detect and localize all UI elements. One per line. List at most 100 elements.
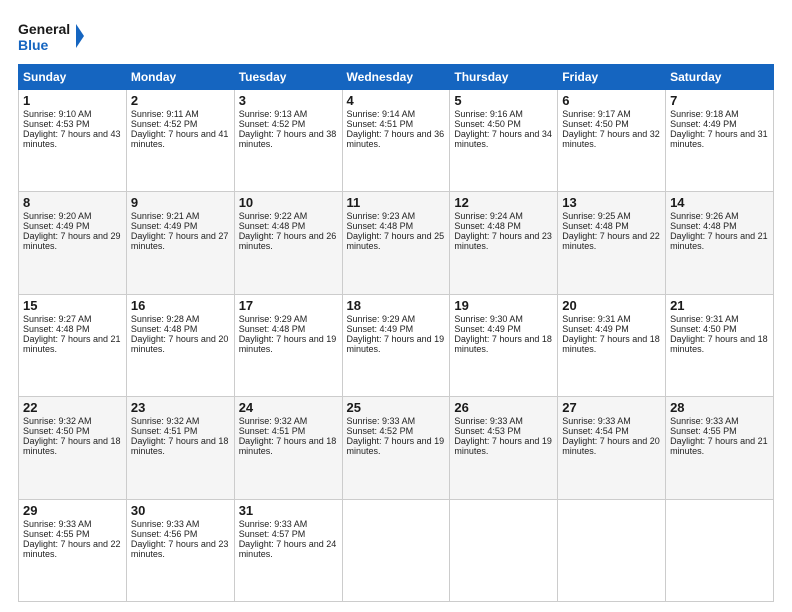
daylight-text: Daylight: 7 hours and 27 minutes. [131,231,230,251]
day-number: 2 [131,93,230,108]
sunset-text: Sunset: 4:50 PM [670,324,769,334]
day-number: 9 [131,195,230,210]
calendar-cell [558,499,666,601]
daylight-text: Daylight: 7 hours and 38 minutes. [239,129,338,149]
calendar-cell: 11Sunrise: 9:23 AMSunset: 4:48 PMDayligh… [342,192,450,294]
calendar-cell: 4Sunrise: 9:14 AMSunset: 4:51 PMDaylight… [342,90,450,192]
sunrise-text: Sunrise: 9:33 AM [347,416,446,426]
sunset-text: Sunset: 4:48 PM [239,221,338,231]
daylight-text: Daylight: 7 hours and 18 minutes. [454,334,553,354]
daylight-text: Daylight: 7 hours and 20 minutes. [131,334,230,354]
sunrise-text: Sunrise: 9:18 AM [670,109,769,119]
sunset-text: Sunset: 4:49 PM [562,324,661,334]
sunset-text: Sunset: 4:53 PM [454,426,553,436]
sunset-text: Sunset: 4:49 PM [347,324,446,334]
sunrise-text: Sunrise: 9:11 AM [131,109,230,119]
sunset-text: Sunset: 4:55 PM [670,426,769,436]
calendar-col-header: Saturday [666,65,774,90]
sunrise-text: Sunrise: 9:32 AM [239,416,338,426]
sunrise-text: Sunrise: 9:32 AM [131,416,230,426]
daylight-text: Daylight: 7 hours and 20 minutes. [562,436,661,456]
day-number: 22 [23,400,122,415]
sunset-text: Sunset: 4:49 PM [23,221,122,231]
calendar-cell: 3Sunrise: 9:13 AMSunset: 4:52 PMDaylight… [234,90,342,192]
calendar-col-header: Sunday [19,65,127,90]
daylight-text: Daylight: 7 hours and 32 minutes. [562,129,661,149]
header: GeneralBlue [18,18,774,54]
sunset-text: Sunset: 4:51 PM [347,119,446,129]
daylight-text: Daylight: 7 hours and 34 minutes. [454,129,553,149]
daylight-text: Daylight: 7 hours and 23 minutes. [454,231,553,251]
calendar-header-row: SundayMondayTuesdayWednesdayThursdayFrid… [19,65,774,90]
sunrise-text: Sunrise: 9:33 AM [239,519,338,529]
sunset-text: Sunset: 4:48 PM [670,221,769,231]
sunrise-text: Sunrise: 9:27 AM [23,314,122,324]
sunrise-text: Sunrise: 9:28 AM [131,314,230,324]
daylight-text: Daylight: 7 hours and 26 minutes. [239,231,338,251]
day-number: 4 [347,93,446,108]
day-number: 19 [454,298,553,313]
sunset-text: Sunset: 4:57 PM [239,529,338,539]
calendar-cell: 5Sunrise: 9:16 AMSunset: 4:50 PMDaylight… [450,90,558,192]
calendar-week-row: 15Sunrise: 9:27 AM Sunset: 4:48 PM Dayligh… [19,294,774,396]
calendar-cell: 15Sunrise: 9:27 AMSunset: 4:48 PMDayligh… [19,294,127,396]
sunset-text: Sunset: 4:48 PM [562,221,661,231]
sunset-text: Sunset: 4:52 PM [347,426,446,436]
day-number: 5 [454,93,553,108]
calendar-week-row: 8Sunrise: 9:20 AMSunset: 4:49 PMDaylight… [19,192,774,294]
calendar-cell: 2Sunrise: 9:11 AMSunset: 4:52 PMDaylight… [126,90,234,192]
sunset-text: Sunset: 4:49 PM [454,324,553,334]
calendar-cell [666,499,774,601]
sunset-text: Sunset: 4:53 PM [23,119,122,129]
day-number: 21 [670,298,769,313]
sunset-text: Sunset: 4:52 PM [131,119,230,129]
sunrise-text: Sunrise: 9:31 AM [562,314,661,324]
sunset-text: Sunset: 4:49 PM [131,221,230,231]
sunrise-text: Sunrise: 9:25 AM [562,211,661,221]
calendar-cell: 12Sunrise: 9:24 AMSunset: 4:48 PMDayligh… [450,192,558,294]
calendar-cell: 6Sunrise: 9:17 AMSunset: 4:50 PMDaylight… [558,90,666,192]
calendar-col-header: Tuesday [234,65,342,90]
sunrise-text: Sunrise: 9:24 AM [454,211,553,221]
sunset-text: Sunset: 4:48 PM [239,324,338,334]
sunset-text: Sunset: 4:55 PM [23,529,122,539]
sunset-text: Sunset: 4:54 PM [562,426,661,436]
calendar-table: SundayMondayTuesdayWednesdayThursdayFrid… [18,64,774,602]
calendar-cell: 27Sunrise: 9:33 AMSunset: 4:54 PMDayligh… [558,397,666,499]
daylight-text: Daylight: 7 hours and 21 minutes. [670,436,769,456]
day-number: 1 [23,93,122,108]
sunset-text: Sunset: 4:51 PM [131,426,230,436]
daylight-text: Daylight: 7 hours and 22 minutes. [23,539,122,559]
calendar-cell: 28Sunrise: 9:33 AMSunset: 4:55 PMDayligh… [666,397,774,499]
calendar-cell: 9Sunrise: 9:21 AMSunset: 4:49 PMDaylight… [126,192,234,294]
daylight-text: Daylight: 7 hours and 21 minutes. [23,334,122,354]
calendar-week-row: 22Sunrise: 9:32 AMSunset: 4:50 PMDayligh… [19,397,774,499]
day-number: 20 [562,298,661,313]
sunrise-text: Sunrise: 9:13 AM [239,109,338,119]
day-number: 31 [239,503,338,518]
sunrise-text: Sunrise: 9:16 AM [454,109,553,119]
day-number: 8 [23,195,122,210]
day-number: 18 [347,298,446,313]
calendar-cell: 22Sunrise: 9:32 AMSunset: 4:50 PMDayligh… [19,397,127,499]
sunrise-text: Sunrise: 9:23 AM [347,211,446,221]
day-number: 11 [347,195,446,210]
day-number: 29 [23,503,122,518]
day-number: 12 [454,195,553,210]
day-number: 6 [562,93,661,108]
sunset-text: Sunset: 4:56 PM [131,529,230,539]
daylight-text: Daylight: 7 hours and 25 minutes. [347,231,446,251]
daylight-text: Daylight: 7 hours and 18 minutes. [239,436,338,456]
calendar-cell [342,499,450,601]
sunset-text: Sunset: 4:48 PM [347,221,446,231]
sunrise-text: Sunrise: 9:29 AM [239,314,338,324]
daylight-text: Daylight: 7 hours and 19 minutes. [454,436,553,456]
calendar-cell: 24Sunrise: 9:32 AMSunset: 4:51 PMDayligh… [234,397,342,499]
daylight-text: Daylight: 7 hours and 31 minutes. [670,129,769,149]
calendar-cell: 13Sunrise: 9:25 AMSunset: 4:48 PMDayligh… [558,192,666,294]
day-number: 30 [131,503,230,518]
daylight-text: Daylight: 7 hours and 22 minutes. [562,231,661,251]
sunrise-text: Sunrise: 9:33 AM [562,416,661,426]
sunrise-text: Sunrise: 9:21 AM [131,211,230,221]
day-number: 15 [23,298,122,313]
